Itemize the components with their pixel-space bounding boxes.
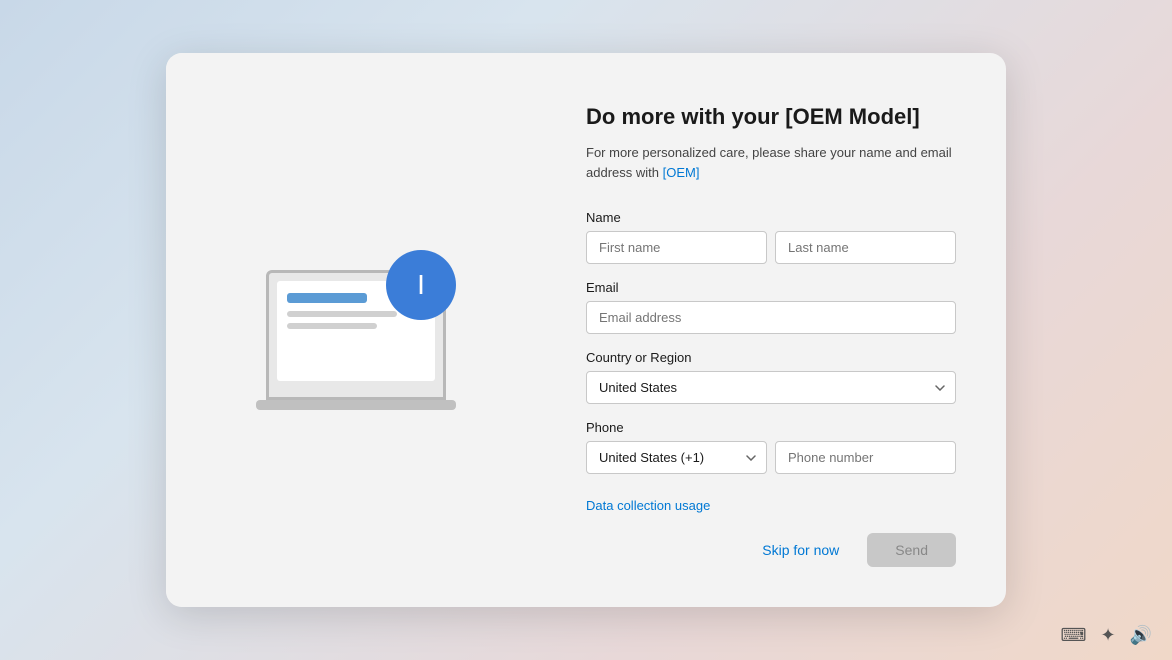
country-group: Country or Region United States Canada U…	[586, 350, 956, 404]
phone-row: United States (+1) Canada (+1) United Ki…	[586, 441, 956, 474]
name-group: Name	[586, 210, 956, 264]
skip-button[interactable]: Skip for now	[746, 534, 855, 566]
page-title: Do more with your [OEM Model]	[586, 103, 956, 132]
phone-label: Phone	[586, 420, 956, 435]
form-panel: Do more with your [OEM Model] For more p…	[546, 53, 1006, 608]
title-prefix: Do more with your	[586, 104, 785, 129]
subtitle-prefix: For more personalized care, please share…	[586, 145, 952, 180]
name-label: Name	[586, 210, 956, 225]
illustration: I	[246, 230, 466, 430]
phone-group: Phone United States (+1) Canada (+1) Uni…	[586, 420, 956, 474]
phone-number-input[interactable]	[775, 441, 956, 474]
last-name-input[interactable]	[775, 231, 956, 264]
first-name-input[interactable]	[586, 231, 767, 264]
subtitle-text: For more personalized care, please share…	[586, 143, 956, 182]
phone-input-wrapper	[775, 441, 956, 474]
accessibility-icon[interactable]: ✦	[1100, 625, 1115, 646]
cursor-icon: I	[417, 271, 425, 299]
screen-line2	[287, 323, 377, 329]
email-group: Email	[586, 280, 956, 334]
phone-select-wrapper: United States (+1) Canada (+1) United Ki…	[586, 441, 767, 474]
main-dialog: I Do more with your [OEM Model] For more…	[166, 53, 1006, 608]
volume-icon[interactable]: 🔊	[1130, 625, 1152, 646]
screen-bar	[287, 293, 367, 303]
footer-buttons: Skip for now Send	[586, 513, 956, 567]
chat-bubble: I	[386, 250, 456, 320]
phone-country-select[interactable]: United States (+1) Canada (+1) United Ki…	[586, 441, 767, 474]
laptop-base	[256, 400, 456, 410]
screen-line1	[287, 311, 397, 317]
keyboard-icon[interactable]: ⌨	[1061, 625, 1087, 646]
email-label: Email	[586, 280, 956, 295]
country-label: Country or Region	[586, 350, 956, 365]
title-bold: [OEM Model]	[785, 104, 919, 129]
taskbar-icons: ⌨ ✦ 🔊	[1061, 625, 1153, 646]
send-button[interactable]: Send	[867, 533, 956, 567]
country-select[interactable]: United States Canada United Kingdom Aust…	[586, 371, 956, 404]
name-row	[586, 231, 956, 264]
illustration-panel: I	[166, 53, 546, 608]
subtitle-link[interactable]: [OEM]	[663, 165, 700, 180]
data-collection-link[interactable]: Data collection usage	[586, 498, 956, 513]
email-input[interactable]	[586, 301, 956, 334]
